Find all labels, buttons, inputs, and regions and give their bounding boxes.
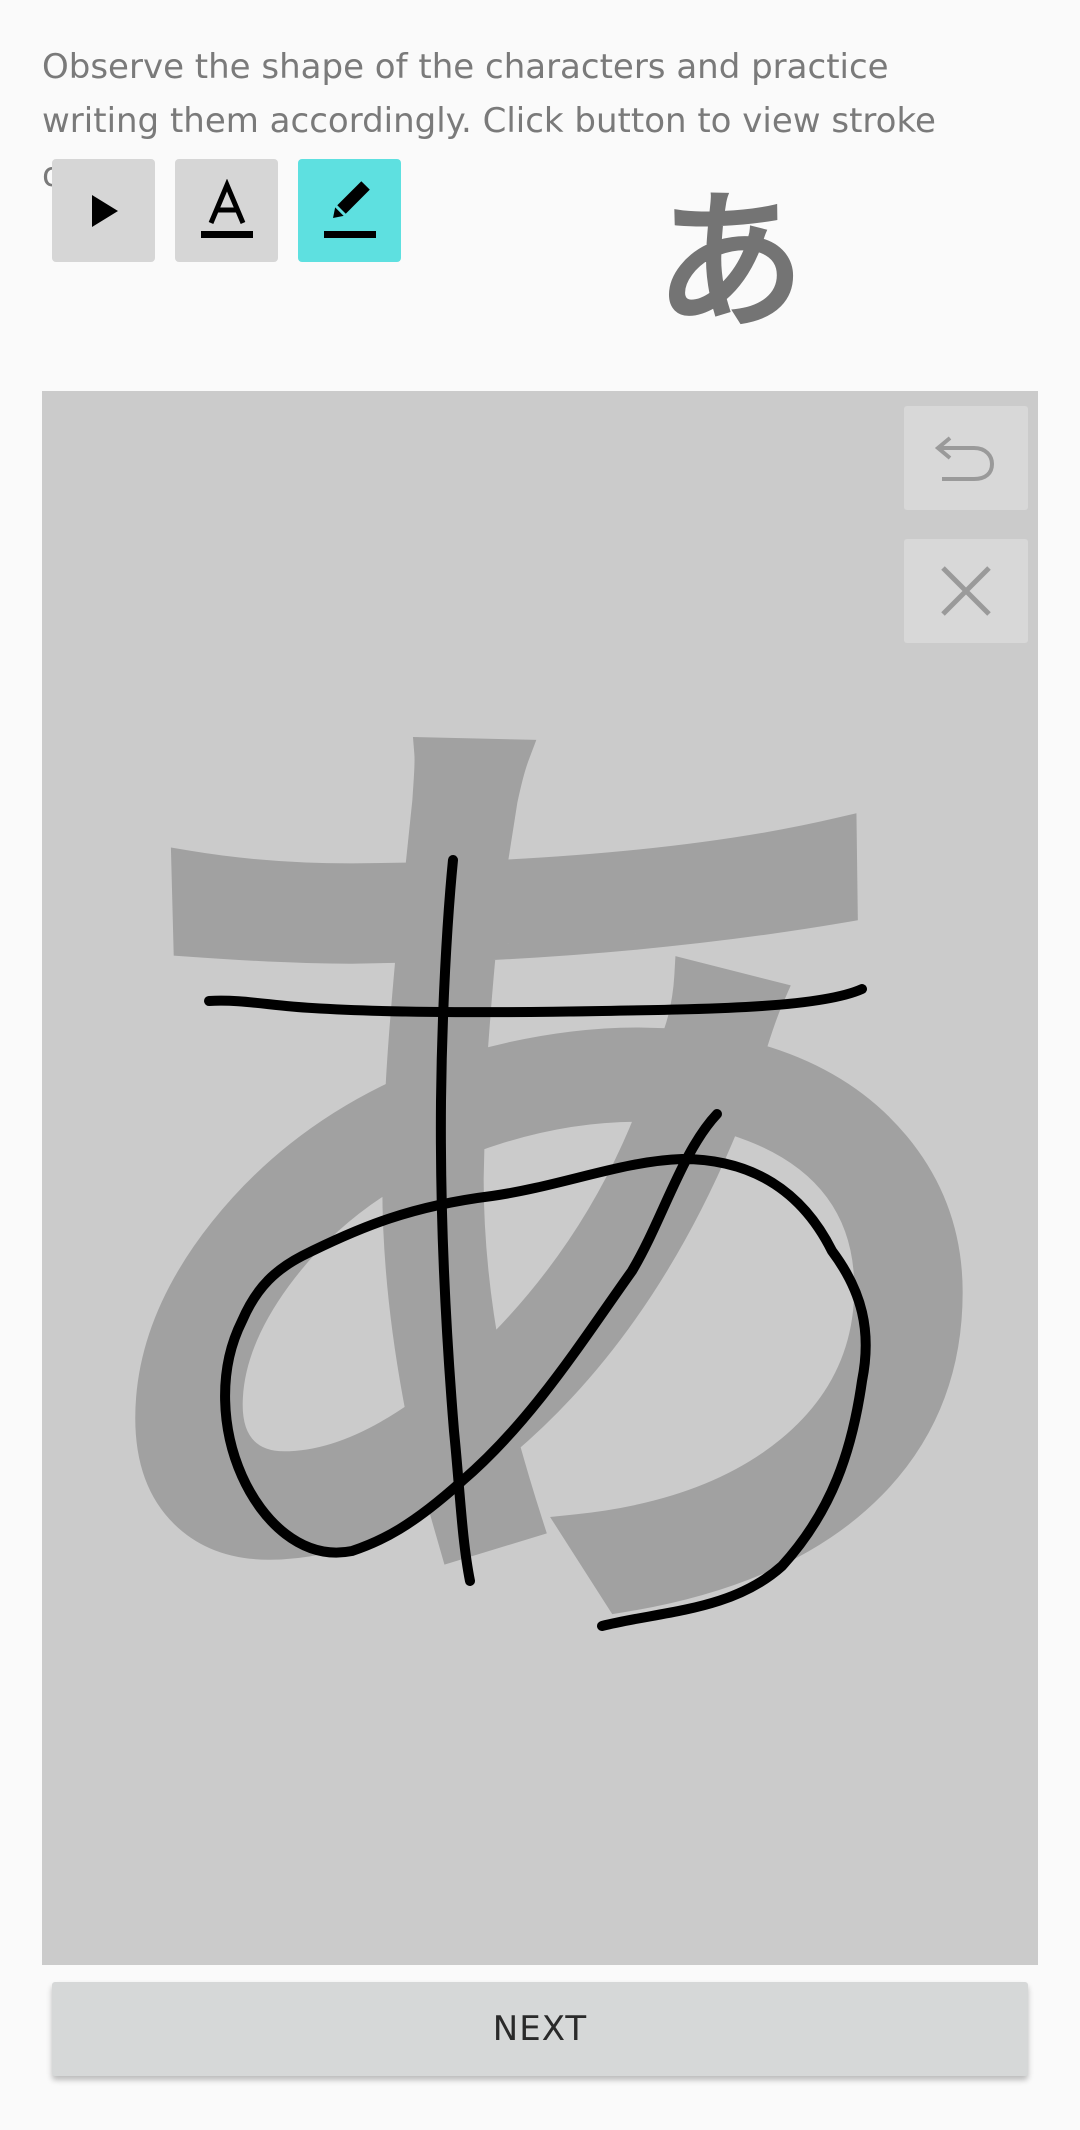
undo-icon [934,436,995,481]
clear-button[interactable] [904,539,1028,643]
user-strokes [204,855,871,1631]
close-icon [941,566,991,616]
next-button[interactable]: NEXT [52,1982,1028,2076]
writing-canvas[interactable]: あ [42,391,1038,1965]
show-outline-button[interactable] [175,159,278,262]
play-icon [91,194,118,227]
stroke-loop [220,1109,871,1631]
draw-mode-button[interactable] [298,159,401,262]
undo-button[interactable] [904,406,1028,510]
text-a-underline-icon [200,178,253,238]
stroke-horizontal [204,984,867,1018]
play-stroke-order-button[interactable] [52,159,155,262]
character-preview: あ [654,176,805,350]
pencil-icon [323,180,376,238]
